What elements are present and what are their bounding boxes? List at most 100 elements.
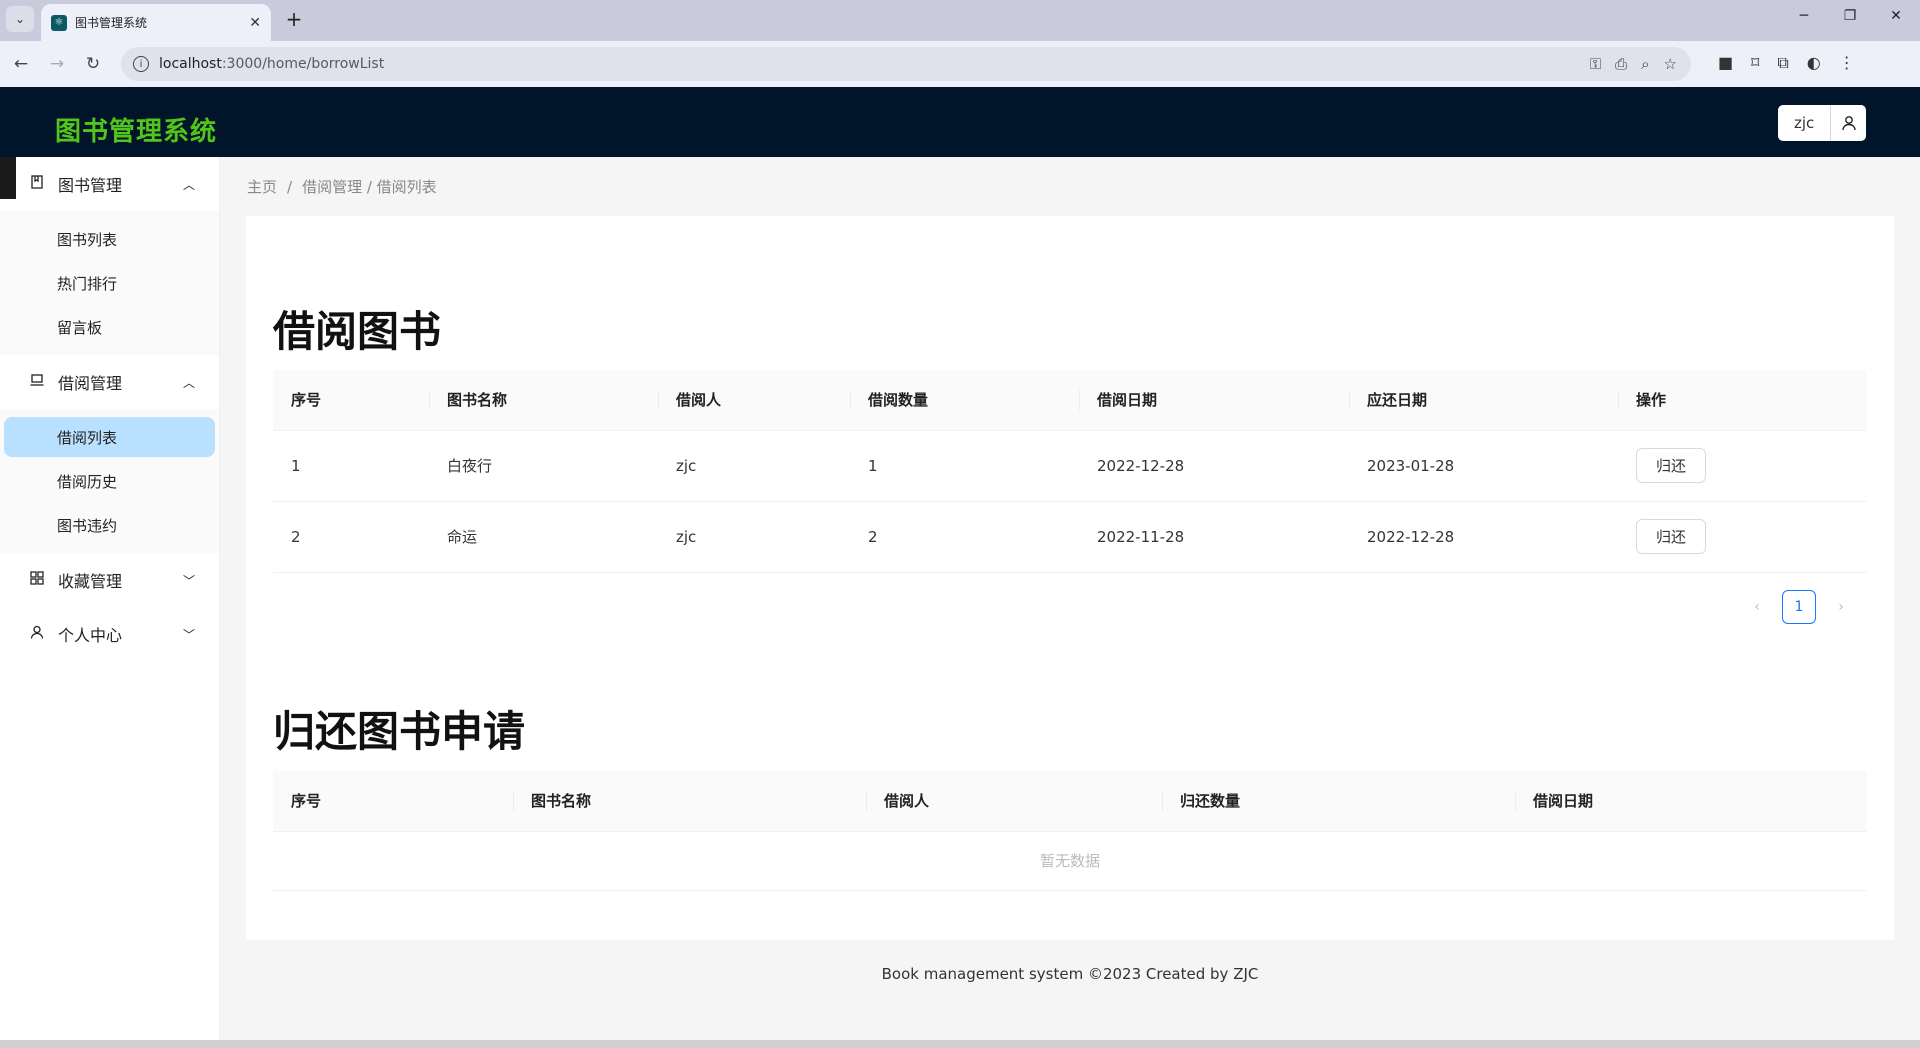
user-menu[interactable]: zjc <box>1778 105 1867 141</box>
prev-page-icon[interactable]: ‹ <box>1746 599 1768 615</box>
menu-group-book-management[interactable]: 图书管理 ︿ <box>0 157 219 211</box>
app-logo: 图书管理系统 <box>55 117 218 147</box>
zoom-icon[interactable]: ⌕ <box>1641 55 1649 73</box>
col-header: 序号 <box>273 771 513 832</box>
menu-item-book-violation[interactable]: 图书违约 <box>4 505 215 545</box>
table-row: 1 白夜行 zjc 1 2022-12-28 2023-01-28 归还 <box>273 430 1867 502</box>
cell-due-date: 2023-01-28 <box>1349 430 1618 502</box>
cell-borrow-date: 2022-12-28 <box>1079 430 1349 502</box>
breadcrumb: 主页 / 借阅管理 / 借阅列表 <box>247 176 437 197</box>
key-icon[interactable]: ⚿ <box>1590 55 1601 73</box>
sidebar-handle[interactable] <box>0 157 16 199</box>
address-bar[interactable]: i localhost:3000/home/borrowList ⚿ ⎙ ⌕ ☆ <box>121 47 1691 81</box>
page-number[interactable]: 1 <box>1782 590 1816 624</box>
tab-title: 图书管理系统 <box>75 16 148 30</box>
breadcrumb-current: 借阅管理 / 借阅列表 <box>302 178 437 196</box>
table-header-row: 序号 图书名称 借阅人 归还数量 借阅日期 <box>273 771 1867 832</box>
content-card: 借阅图书 序号 图书名称 借阅人 借阅数量 借阅日期 应还日期 操作 1 白夜行… <box>246 216 1894 940</box>
col-header: 借阅日期 <box>1515 771 1867 832</box>
user-avatar-icon[interactable] <box>1831 105 1866 141</box>
new-tab-icon[interactable]: + <box>282 8 306 32</box>
table-header-row: 序号 图书名称 借阅人 借阅数量 借阅日期 应还日期 操作 <box>273 370 1867 431</box>
menu-group-personal-center[interactable]: 个人中心 ﹀ <box>0 607 219 661</box>
col-header: 借阅日期 <box>1079 370 1349 431</box>
cell-borrower: zjc <box>658 430 850 502</box>
col-header: 归还数量 <box>1162 771 1515 832</box>
submenu-book-management: 图书列表 热门排行 留言板 <box>0 211 219 355</box>
col-header: 借阅人 <box>866 771 1162 832</box>
return-button[interactable]: 归还 <box>1636 448 1706 483</box>
bookmark-icon[interactable]: ⌑ <box>1751 53 1759 73</box>
browser-tabbar: ⌄ ⚛ 图书管理系统 ✕ + ─ ❐ ✕ <box>0 0 1920 41</box>
menu-group-label: 个人中心 <box>58 626 123 645</box>
cell-book-name: 白夜行 <box>429 430 658 502</box>
reload-icon[interactable]: ↻ <box>80 51 106 77</box>
next-page-icon[interactable]: › <box>1830 599 1852 615</box>
col-header: 图书名称 <box>429 370 658 431</box>
extension-icon[interactable]: ■ <box>1718 53 1733 73</box>
breadcrumb-separator: / <box>287 178 293 196</box>
more-menu-icon[interactable]: ⋮ <box>1839 53 1855 73</box>
col-header: 应还日期 <box>1349 370 1618 431</box>
laptop-icon <box>30 373 46 391</box>
menu-group-label: 借阅管理 <box>58 374 123 393</box>
app-header: 图书管理系统 zjc <box>0 87 1920 157</box>
site-info-icon[interactable]: i <box>133 56 149 72</box>
cell-no: 1 <box>273 430 429 502</box>
cell-action: 归还 <box>1618 430 1867 502</box>
star-icon[interactable]: ☆ <box>1664 55 1677 73</box>
cell-borrower: zjc <box>658 501 850 573</box>
borrow-table: 序号 图书名称 借阅人 借阅数量 借阅日期 应还日期 操作 1 白夜行 zjc … <box>273 370 1867 573</box>
menu-item-borrow-history[interactable]: 借阅历史 <box>4 461 215 501</box>
table-row: 2 命运 zjc 2 2022-11-28 2022-12-28 归还 <box>273 501 1867 573</box>
footer: Book management system ©2023 Created by … <box>881 965 1259 983</box>
url-path: :3000/home/borrowList <box>221 56 385 72</box>
install-app-icon[interactable]: ⎙ <box>1615 55 1627 73</box>
book-icon <box>30 175 46 193</box>
username[interactable]: zjc <box>1778 105 1832 141</box>
sidebar: 图书管理 ︿ 图书列表 热门排行 留言板 借阅管理 ︿ 借阅列表 借阅历史 图书… <box>0 157 220 1048</box>
menu-item-borrow-list[interactable]: 借阅列表 <box>4 417 215 457</box>
menu-group-borrow-management[interactable]: 借阅管理 ︿ <box>0 355 219 409</box>
return-button[interactable]: 归还 <box>1636 519 1706 554</box>
restore-icon[interactable]: ❐ <box>1830 8 1870 24</box>
horizontal-scrollbar[interactable] <box>0 1040 1920 1048</box>
col-header: 序号 <box>273 370 429 431</box>
forward-icon[interactable]: → <box>44 51 70 77</box>
chevron-up-icon: ︿ <box>182 177 195 192</box>
empty-state-text: 暂无数据 <box>273 831 1867 891</box>
tab-close-icon[interactable]: ✕ <box>249 15 261 31</box>
menu-item-hot-ranking[interactable]: 热门排行 <box>4 263 215 303</box>
back-icon[interactable]: ← <box>8 51 34 77</box>
menu-item-message-board[interactable]: 留言板 <box>4 307 215 347</box>
menu-group-label: 收藏管理 <box>58 572 123 591</box>
close-window-icon[interactable]: ✕ <box>1876 8 1916 24</box>
tab-search-chevron-icon[interactable]: ⌄ <box>6 6 34 32</box>
cell-quantity: 1 <box>850 430 1079 502</box>
col-header: 操作 <box>1618 370 1867 431</box>
return-table: 序号 图书名称 借阅人 归还数量 借阅日期 <box>273 771 1867 832</box>
return-section-title: 归还图书申请 <box>273 707 526 756</box>
browser-tab[interactable]: ⚛ 图书管理系统 ✕ <box>41 4 271 41</box>
borrow-section-title: 借阅图书 <box>273 307 442 356</box>
col-header: 借阅数量 <box>850 370 1079 431</box>
cell-no: 2 <box>273 501 429 573</box>
menu-item-book-list[interactable]: 图书列表 <box>4 219 215 259</box>
submenu-borrow-management: 借阅列表 借阅历史 图书违约 <box>0 409 219 553</box>
user-icon <box>30 625 46 643</box>
menu-group-label: 图书管理 <box>58 176 123 195</box>
breadcrumb-home[interactable]: 主页 <box>247 178 277 196</box>
pagination: ‹ 1 › <box>1746 590 1852 624</box>
menu-group-favorites[interactable]: 收藏管理 ﹀ <box>0 553 219 607</box>
cell-book-name: 命运 <box>429 501 658 573</box>
react-favicon-icon: ⚛ <box>51 14 67 31</box>
chevron-down-icon: ﹀ <box>182 627 195 642</box>
cell-borrow-date: 2022-11-28 <box>1079 501 1349 573</box>
chevron-down-icon: ﹀ <box>182 573 195 588</box>
profile-avatar-icon[interactable]: ◐ <box>1807 53 1821 73</box>
url-host: localhost <box>159 56 222 72</box>
cell-quantity: 2 <box>850 501 1079 573</box>
browser-toolbar: ← → ↻ i localhost:3000/home/borrowList ⚿… <box>0 41 1920 87</box>
puzzle-icon[interactable]: ⧉ <box>1777 53 1788 73</box>
minimize-icon[interactable]: ─ <box>1784 8 1824 24</box>
